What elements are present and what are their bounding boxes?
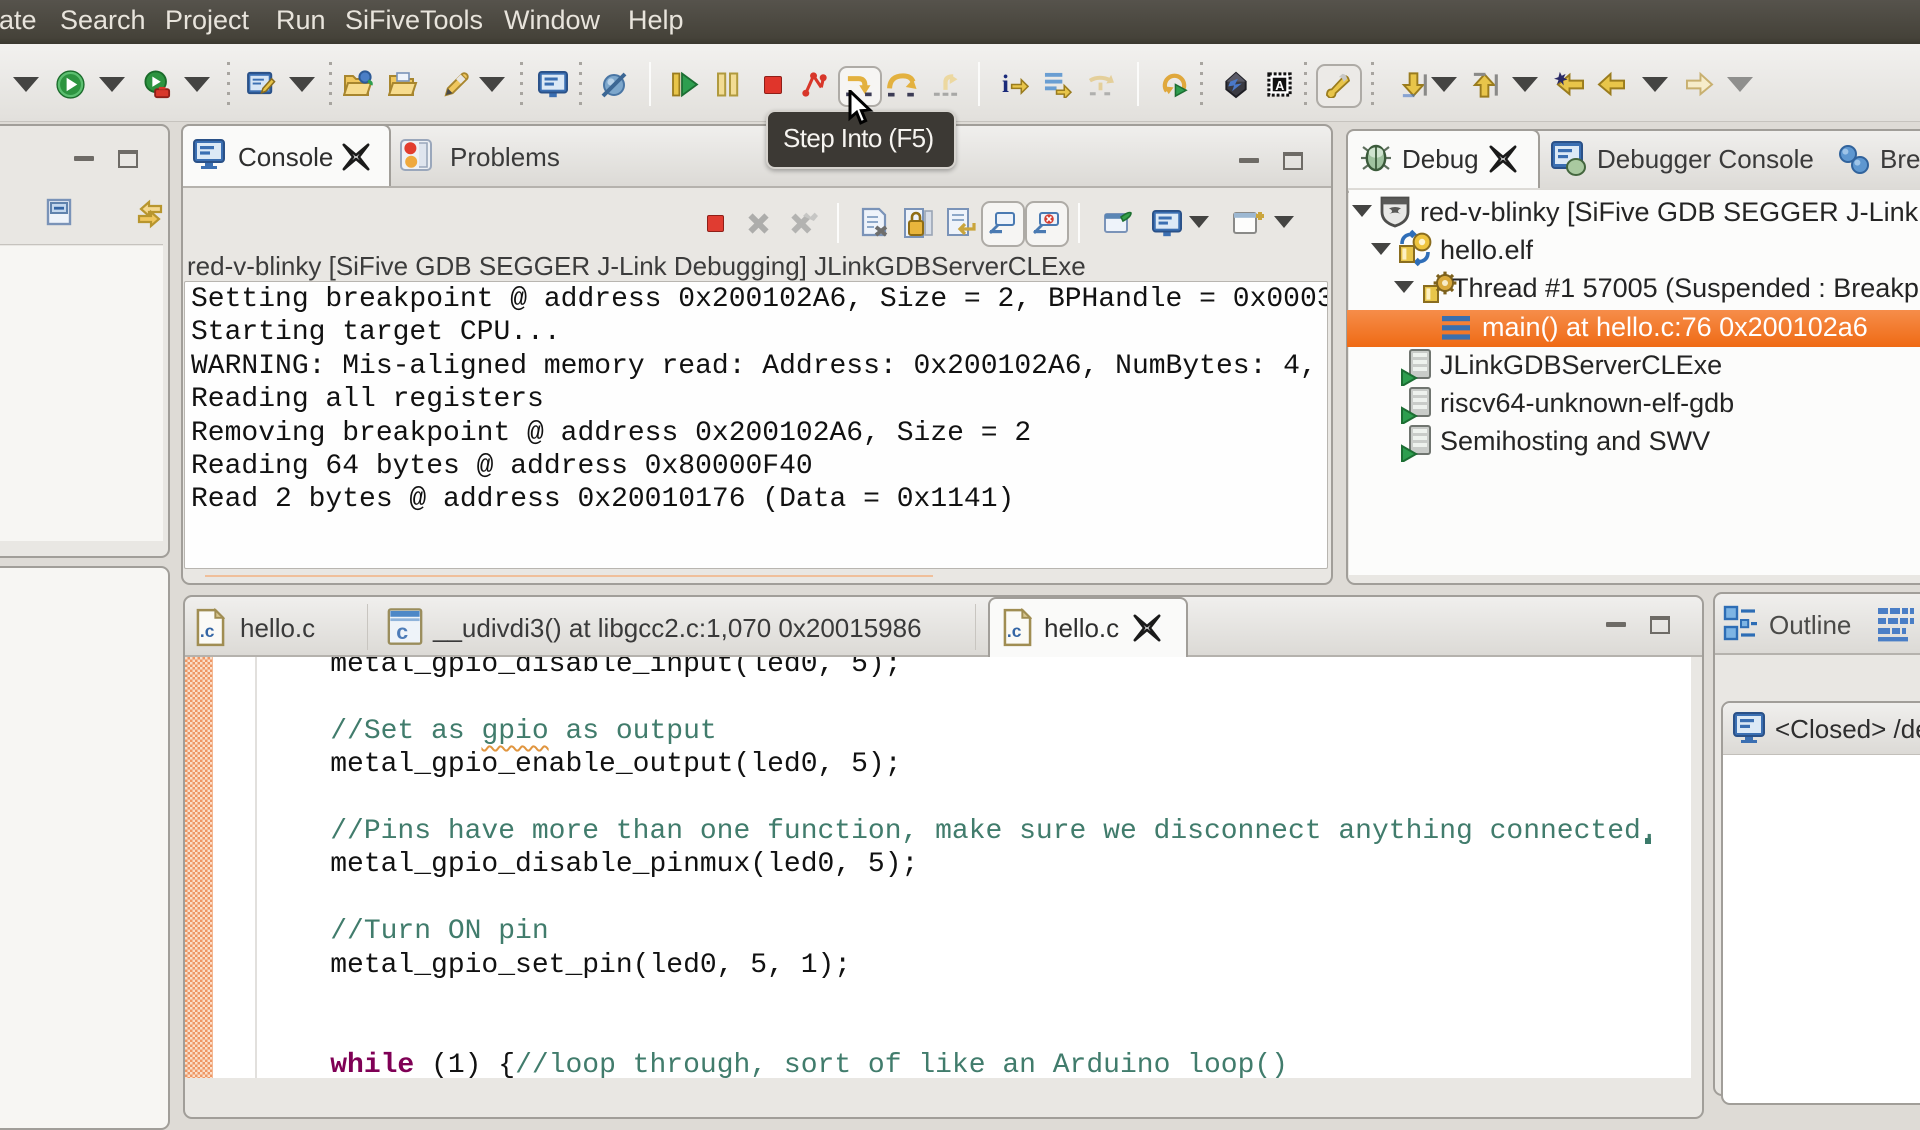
svg-text:i: i [1002,71,1009,98]
svg-text:.c: .c [1007,621,1022,641]
svg-text:.c: .c [200,621,215,641]
svg-text:A: A [1275,79,1284,93]
svg-text:c: c [396,620,408,644]
